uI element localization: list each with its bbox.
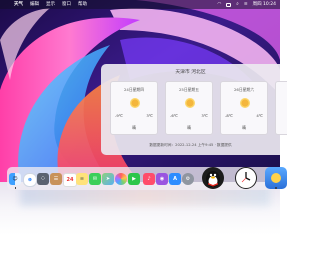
app-store-icon[interactable]: A [169, 173, 181, 185]
dock: ☺ ⊕ ⁘ ☰ 24 ≡ ✉ ➤ ▶ ♪ ◉ A ⚙ [7, 167, 287, 190]
forecast-low: -6℃ [170, 113, 179, 118]
forecast-date: 24日星期四 [123, 87, 145, 92]
forecast-card-day-4-partial[interactable] [275, 81, 287, 135]
launchpad-icon[interactable]: ⁘ [37, 173, 49, 185]
menu-help[interactable]: 帮助 [78, 0, 87, 9]
forecast-date: 26日星期六 [233, 87, 255, 92]
weather-update-time: 数据更新时间：2022-12-24 上午9:45 · 数据提供 [149, 143, 232, 147]
forecast-card-day-3[interactable]: 26日星期六 -8℃ 4℃ 晴 [220, 81, 268, 135]
app-menu: 天气 编辑 显示 窗口 帮助 [14, 0, 87, 9]
search-icon[interactable]: ⌕ [236, 0, 239, 9]
running-indicator [14, 187, 16, 189]
forecast-high: 3℃ [146, 113, 153, 118]
forecast-condition: 晴 [242, 125, 246, 130]
sunny-icon [130, 98, 140, 108]
running-indicator [275, 187, 277, 189]
forecast-condition: 晴 [187, 125, 191, 130]
music-icon[interactable]: ♪ [143, 173, 155, 185]
weather-sun-icon [271, 173, 281, 183]
menu-window[interactable]: 窗口 [62, 0, 71, 9]
menu-view[interactable]: 显示 [46, 0, 55, 9]
forecast-condition: 晴 [132, 125, 136, 130]
clock-face-icon [241, 172, 251, 183]
menu-bar: 天气 编辑 显示 窗口 帮助 ◠ ⌕ ≡ 周四 10:24 [0, 0, 280, 9]
control-center-icon[interactable]: ≡ [244, 0, 248, 9]
menubar-clock[interactable]: 周四 10:24 [253, 0, 276, 9]
forecast-card-day-1[interactable]: 24日星期四 -9℃ 3℃ 晴 [110, 81, 158, 135]
forecast-low: -9℃ [115, 113, 124, 118]
forecast-high: 4℃ [256, 113, 263, 118]
qq-penguin-icon [206, 171, 220, 187]
safari-icon[interactable]: ⊕ [23, 173, 37, 187]
calendar-icon[interactable]: 24 [63, 173, 77, 187]
weather-app-icon[interactable] [265, 167, 287, 189]
sunny-icon [240, 98, 250, 108]
forecast-high: 3℃ [201, 113, 208, 118]
maps-icon[interactable]: ➤ [102, 173, 114, 185]
podcasts-icon[interactable]: ◉ [156, 173, 168, 185]
qq-icon[interactable] [202, 167, 224, 189]
contacts-icon[interactable]: ☰ [50, 173, 62, 185]
forecast-low: -8℃ [225, 113, 234, 118]
messages-icon[interactable]: ✉ [89, 173, 101, 185]
system-preferences-icon[interactable]: ⚙ [182, 173, 194, 185]
finder-icon[interactable]: ☺ [9, 173, 21, 185]
weather-location-title: 天津市 河北区 [175, 70, 206, 75]
forecast-date: 25日星期五 [178, 87, 200, 92]
sunny-icon [185, 98, 195, 108]
facetime-icon[interactable]: ▶ [128, 173, 140, 185]
forecast-card-day-2[interactable]: 25日星期五 -6℃ 3℃ 晴 [165, 81, 213, 135]
wifi-icon[interactable]: ◠ [217, 0, 221, 9]
clock-icon[interactable] [235, 167, 257, 189]
notes-icon[interactable]: ≡ [76, 173, 88, 185]
status-area: ◠ ⌕ ≡ 周四 10:24 [217, 0, 276, 9]
menu-weather[interactable]: 天气 [14, 0, 23, 9]
photos-icon[interactable] [115, 173, 127, 185]
menu-edit[interactable]: 编辑 [30, 0, 39, 9]
battery-icon[interactable] [226, 2, 232, 7]
weather-widget: 天津市 河北区 24日星期四 -9℃ 3℃ 晴 25日星期五 -6℃ 3℃ 晴 … [101, 64, 287, 155]
desktop-reflection [0, 182, 280, 270]
